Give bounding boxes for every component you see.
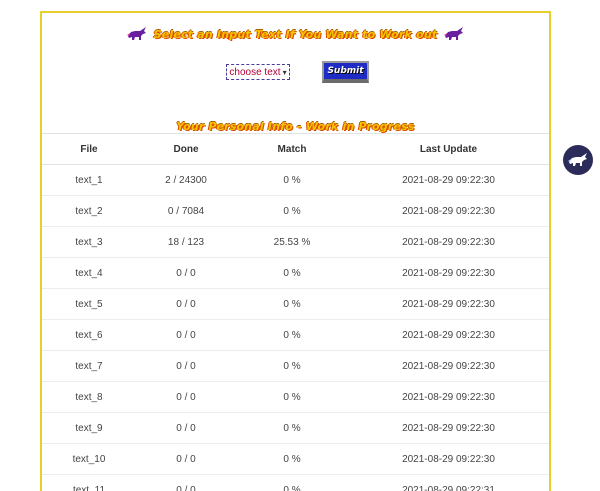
- table-row: text_40 / 00 %2021-08-29 09:22:30: [42, 258, 549, 289]
- cell-done: 2 / 24300: [136, 165, 236, 196]
- cell-done: 0 / 7084: [136, 196, 236, 227]
- table-row: text_100 / 00 %2021-08-29 09:22:30: [42, 444, 549, 475]
- table-row: text_110 / 00 %2021-08-29 09:22:31: [42, 475, 549, 491]
- floating-unicorn-button[interactable]: [563, 145, 593, 175]
- cell-done: 0 / 0: [136, 289, 236, 320]
- cell-done: 0 / 0: [136, 351, 236, 382]
- text-select-value: choose text: [229, 67, 280, 78]
- cell-file: text_7: [42, 351, 136, 382]
- cell-last-update: 2021-08-29 09:22:30: [348, 227, 549, 258]
- column-header-match: Match: [236, 134, 348, 165]
- cell-match: 0 %: [236, 351, 348, 382]
- cell-done: 0 / 0: [136, 444, 236, 475]
- cell-last-update: 2021-08-29 09:22:30: [348, 351, 549, 382]
- table-row: text_50 / 00 %2021-08-29 09:22:30: [42, 289, 549, 320]
- cell-match: 25.53 %: [236, 227, 348, 258]
- cell-done: 0 / 0: [136, 475, 236, 491]
- text-select[interactable]: choose text ▾: [226, 64, 290, 80]
- cell-last-update: 2021-08-29 09:22:30: [348, 382, 549, 413]
- cell-last-update: 2021-08-29 09:22:31: [348, 475, 549, 491]
- cell-match: 0 %: [236, 382, 348, 413]
- column-header-file: File: [42, 134, 136, 165]
- cell-done: 0 / 0: [136, 382, 236, 413]
- cell-match: 0 %: [236, 258, 348, 289]
- cell-file: text_1: [42, 165, 136, 196]
- table-row: text_70 / 00 %2021-08-29 09:22:30: [42, 351, 549, 382]
- headline: Select an Input Text If You Want to Work…: [42, 27, 549, 41]
- cell-file: text_9: [42, 413, 136, 444]
- cell-done: 18 / 123: [136, 227, 236, 258]
- main-panel: Select an Input Text If You Want to Work…: [40, 11, 551, 491]
- table-row: text_80 / 00 %2021-08-29 09:22:30: [42, 382, 549, 413]
- cell-file: text_4: [42, 258, 136, 289]
- submit-button-label: Submit: [327, 66, 363, 76]
- table-row: text_90 / 00 %2021-08-29 09:22:30: [42, 413, 549, 444]
- cell-last-update: 2021-08-29 09:22:30: [348, 165, 549, 196]
- cell-match: 0 %: [236, 165, 348, 196]
- cell-match: 0 %: [236, 413, 348, 444]
- cell-match: 0 %: [236, 475, 348, 491]
- cell-file: text_10: [42, 444, 136, 475]
- section-title-text: Your Personal Info - Work in Progress: [176, 120, 414, 133]
- column-header-last-update: Last Update: [348, 134, 549, 165]
- cell-last-update: 2021-08-29 09:22:30: [348, 444, 549, 475]
- cell-done: 0 / 0: [136, 413, 236, 444]
- cell-file: text_5: [42, 289, 136, 320]
- cell-match: 0 %: [236, 444, 348, 475]
- column-header-done: Done: [136, 134, 236, 165]
- table-row: text_318 / 12325.53 %2021-08-29 09:22:30: [42, 227, 549, 258]
- cell-last-update: 2021-08-29 09:22:30: [348, 289, 549, 320]
- cell-file: text_2: [42, 196, 136, 227]
- table-row: text_60 / 00 %2021-08-29 09:22:30: [42, 320, 549, 351]
- cell-match: 0 %: [236, 196, 348, 227]
- cell-last-update: 2021-08-29 09:22:30: [348, 413, 549, 444]
- progress-table: File Done Match Last Update text_12 / 24…: [42, 133, 549, 491]
- cell-file: text_6: [42, 320, 136, 351]
- unicorn-icon: [567, 152, 589, 168]
- cell-match: 0 %: [236, 320, 348, 351]
- cell-last-update: 2021-08-29 09:22:30: [348, 196, 549, 227]
- cell-file: text_3: [42, 227, 136, 258]
- prompt-text: Select an Input Text If You Want to Work…: [154, 28, 438, 41]
- chevron-down-icon: ▾: [283, 68, 287, 77]
- cell-done: 0 / 0: [136, 258, 236, 289]
- cell-file: text_11: [42, 475, 136, 491]
- unicorn-icon: [443, 27, 465, 41]
- controls: choose text ▾ Submit: [42, 61, 549, 85]
- cell-match: 0 %: [236, 289, 348, 320]
- cell-file: text_8: [42, 382, 136, 413]
- table-row: text_20 / 70840 %2021-08-29 09:22:30: [42, 196, 549, 227]
- cell-last-update: 2021-08-29 09:22:30: [348, 258, 549, 289]
- table-header-row: File Done Match Last Update: [42, 134, 549, 165]
- cell-done: 0 / 0: [136, 320, 236, 351]
- submit-button[interactable]: Submit: [322, 61, 369, 83]
- cell-last-update: 2021-08-29 09:22:30: [348, 320, 549, 351]
- unicorn-icon: [126, 27, 148, 41]
- table-row: text_12 / 243000 %2021-08-29 09:22:30: [42, 165, 549, 196]
